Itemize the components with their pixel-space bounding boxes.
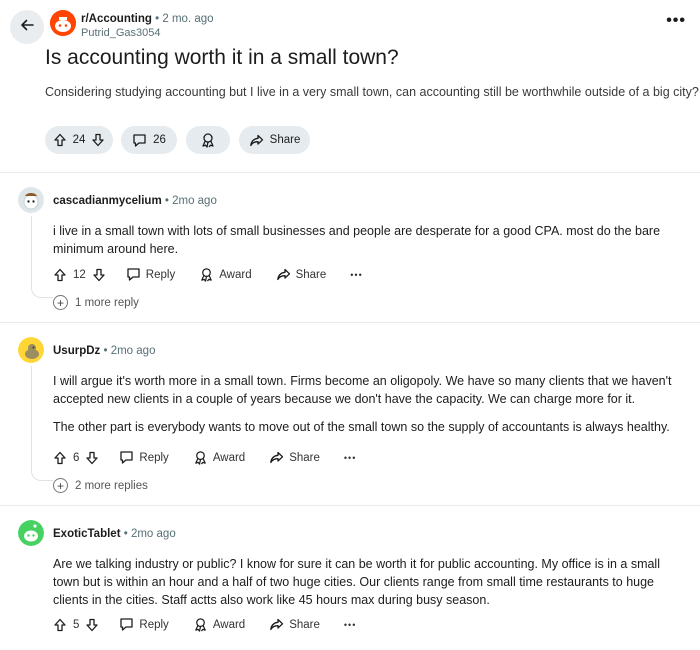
arrow-down-icon[interactable]: [85, 618, 99, 632]
thread-line: [31, 366, 32, 469]
arrow-up-icon[interactable]: [53, 268, 67, 282]
speech-bubble-icon: [126, 267, 141, 282]
comment-paragraph: Are we talking industry or public? I kno…: [53, 557, 660, 607]
comment-body: I will argue it's worth more in a small …: [53, 372, 683, 436]
post-body: Considering studying accounting but I li…: [45, 85, 699, 99]
divider: [0, 172, 700, 173]
avatar[interactable]: [18, 187, 44, 213]
comment-paragraph: The other part is everybody wants to mov…: [53, 420, 670, 434]
comment-score: 5: [73, 618, 80, 631]
arrow-left-icon: [19, 17, 35, 38]
plus-circle-icon: +: [53, 478, 68, 493]
award-button[interactable]: Award: [193, 617, 245, 632]
reply-button[interactable]: Reply: [119, 450, 169, 465]
comment-score: 6: [73, 451, 80, 464]
comment-overflow-menu-button[interactable]: •••: [344, 453, 356, 463]
speech-bubble-icon: [132, 133, 147, 148]
comment-author[interactable]: cascadianmycelium: [53, 195, 162, 207]
reply-label: Reply: [139, 618, 169, 631]
award-icon: [193, 450, 208, 465]
subreddit-avatar[interactable]: [50, 10, 76, 36]
comment-actions: 12 Reply Award Share •••: [53, 267, 363, 282]
back-button[interactable]: [10, 10, 44, 44]
award-button[interactable]: Award: [199, 267, 252, 282]
comment-author[interactable]: ExoticTablet: [53, 528, 121, 540]
meta-separator: •: [155, 13, 160, 25]
avatar[interactable]: [18, 337, 44, 363]
divider: [0, 505, 700, 506]
more-replies-label: 1 more reply: [75, 296, 139, 309]
arrow-up-icon[interactable]: [53, 618, 67, 632]
speech-bubble-icon: [119, 617, 134, 632]
share-label: Share: [289, 451, 320, 464]
subreddit-name[interactable]: r/Accounting: [81, 13, 152, 25]
award-button[interactable]: Award: [193, 450, 245, 465]
arrow-down-icon[interactable]: [85, 451, 99, 465]
post-author[interactable]: Putrid_Gas3054: [81, 27, 161, 39]
post-comment-count: 26: [153, 134, 166, 146]
arrow-down-icon[interactable]: [92, 268, 106, 282]
avatar[interactable]: [18, 520, 44, 546]
more-replies-button[interactable]: + 2 more replies: [53, 478, 148, 493]
reply-button[interactable]: Reply: [126, 267, 175, 282]
comment-author[interactable]: UsurpDz: [53, 345, 100, 357]
divider: [0, 322, 700, 323]
plus-circle-icon: +: [53, 295, 68, 310]
share-label: Share: [295, 268, 327, 281]
award-icon: [199, 267, 214, 282]
more-replies-label: 2 more replies: [75, 479, 148, 492]
share-arrow-icon: [269, 450, 284, 465]
post-comments-button[interactable]: 26: [121, 126, 177, 154]
comment-age: • 2mo ago: [123, 528, 176, 540]
share-button[interactable]: Share: [276, 267, 327, 282]
post-vote-count: 24: [72, 134, 86, 146]
comment-actions: 6 Reply Award Share •••: [53, 450, 356, 465]
share-label: Share: [269, 134, 301, 146]
share-button[interactable]: Share: [269, 617, 320, 632]
award-icon: [193, 617, 208, 632]
comment-actions: 5 Reply Award Share •••: [53, 617, 356, 632]
comment-paragraph: I will argue it's worth more in a small …: [53, 374, 672, 406]
arrow-up-icon[interactable]: [53, 451, 67, 465]
share-arrow-icon: [276, 267, 291, 282]
comment-body: Are we talking industry or public? I kno…: [53, 555, 683, 609]
comment-score: 12: [73, 268, 86, 281]
comment-paragraph: i live in a small town with lots of smal…: [53, 224, 661, 256]
reply-button[interactable]: Reply: [119, 617, 169, 632]
award-label: Award: [212, 618, 246, 631]
comment-age: • 2mo ago: [164, 195, 217, 207]
reply-label: Reply: [145, 268, 176, 281]
award-label: Award: [219, 268, 252, 281]
post-age: 2 mo. ago: [162, 13, 214, 25]
more-replies-button[interactable]: + 1 more reply: [53, 295, 139, 310]
share-button[interactable]: Share: [269, 450, 320, 465]
post-award-button[interactable]: [186, 126, 230, 154]
post-title: Is accounting worth it in a small town?: [45, 46, 399, 69]
thread-line: [31, 216, 32, 286]
speech-bubble-icon: [119, 450, 134, 465]
comment-body: i live in a small town with lots of smal…: [53, 222, 683, 258]
arrow-up-icon[interactable]: [53, 133, 67, 147]
reply-label: Reply: [139, 451, 169, 464]
share-arrow-icon: [249, 133, 264, 148]
share-arrow-icon: [269, 617, 284, 632]
post-share-button[interactable]: Share: [239, 126, 310, 154]
thread-connector: [31, 467, 53, 481]
post-overflow-menu-button[interactable]: •••: [666, 12, 686, 30]
comment-overflow-menu-button[interactable]: •••: [344, 620, 356, 630]
award-label: Award: [212, 451, 246, 464]
comment-overflow-menu-button[interactable]: •••: [350, 270, 362, 280]
award-icon: [200, 132, 216, 148]
arrow-down-icon[interactable]: [91, 133, 105, 147]
thread-connector: [31, 284, 53, 298]
share-label: Share: [289, 618, 320, 631]
post-vote-pill: 24: [45, 126, 113, 154]
comment-age: • 2mo ago: [103, 345, 156, 357]
